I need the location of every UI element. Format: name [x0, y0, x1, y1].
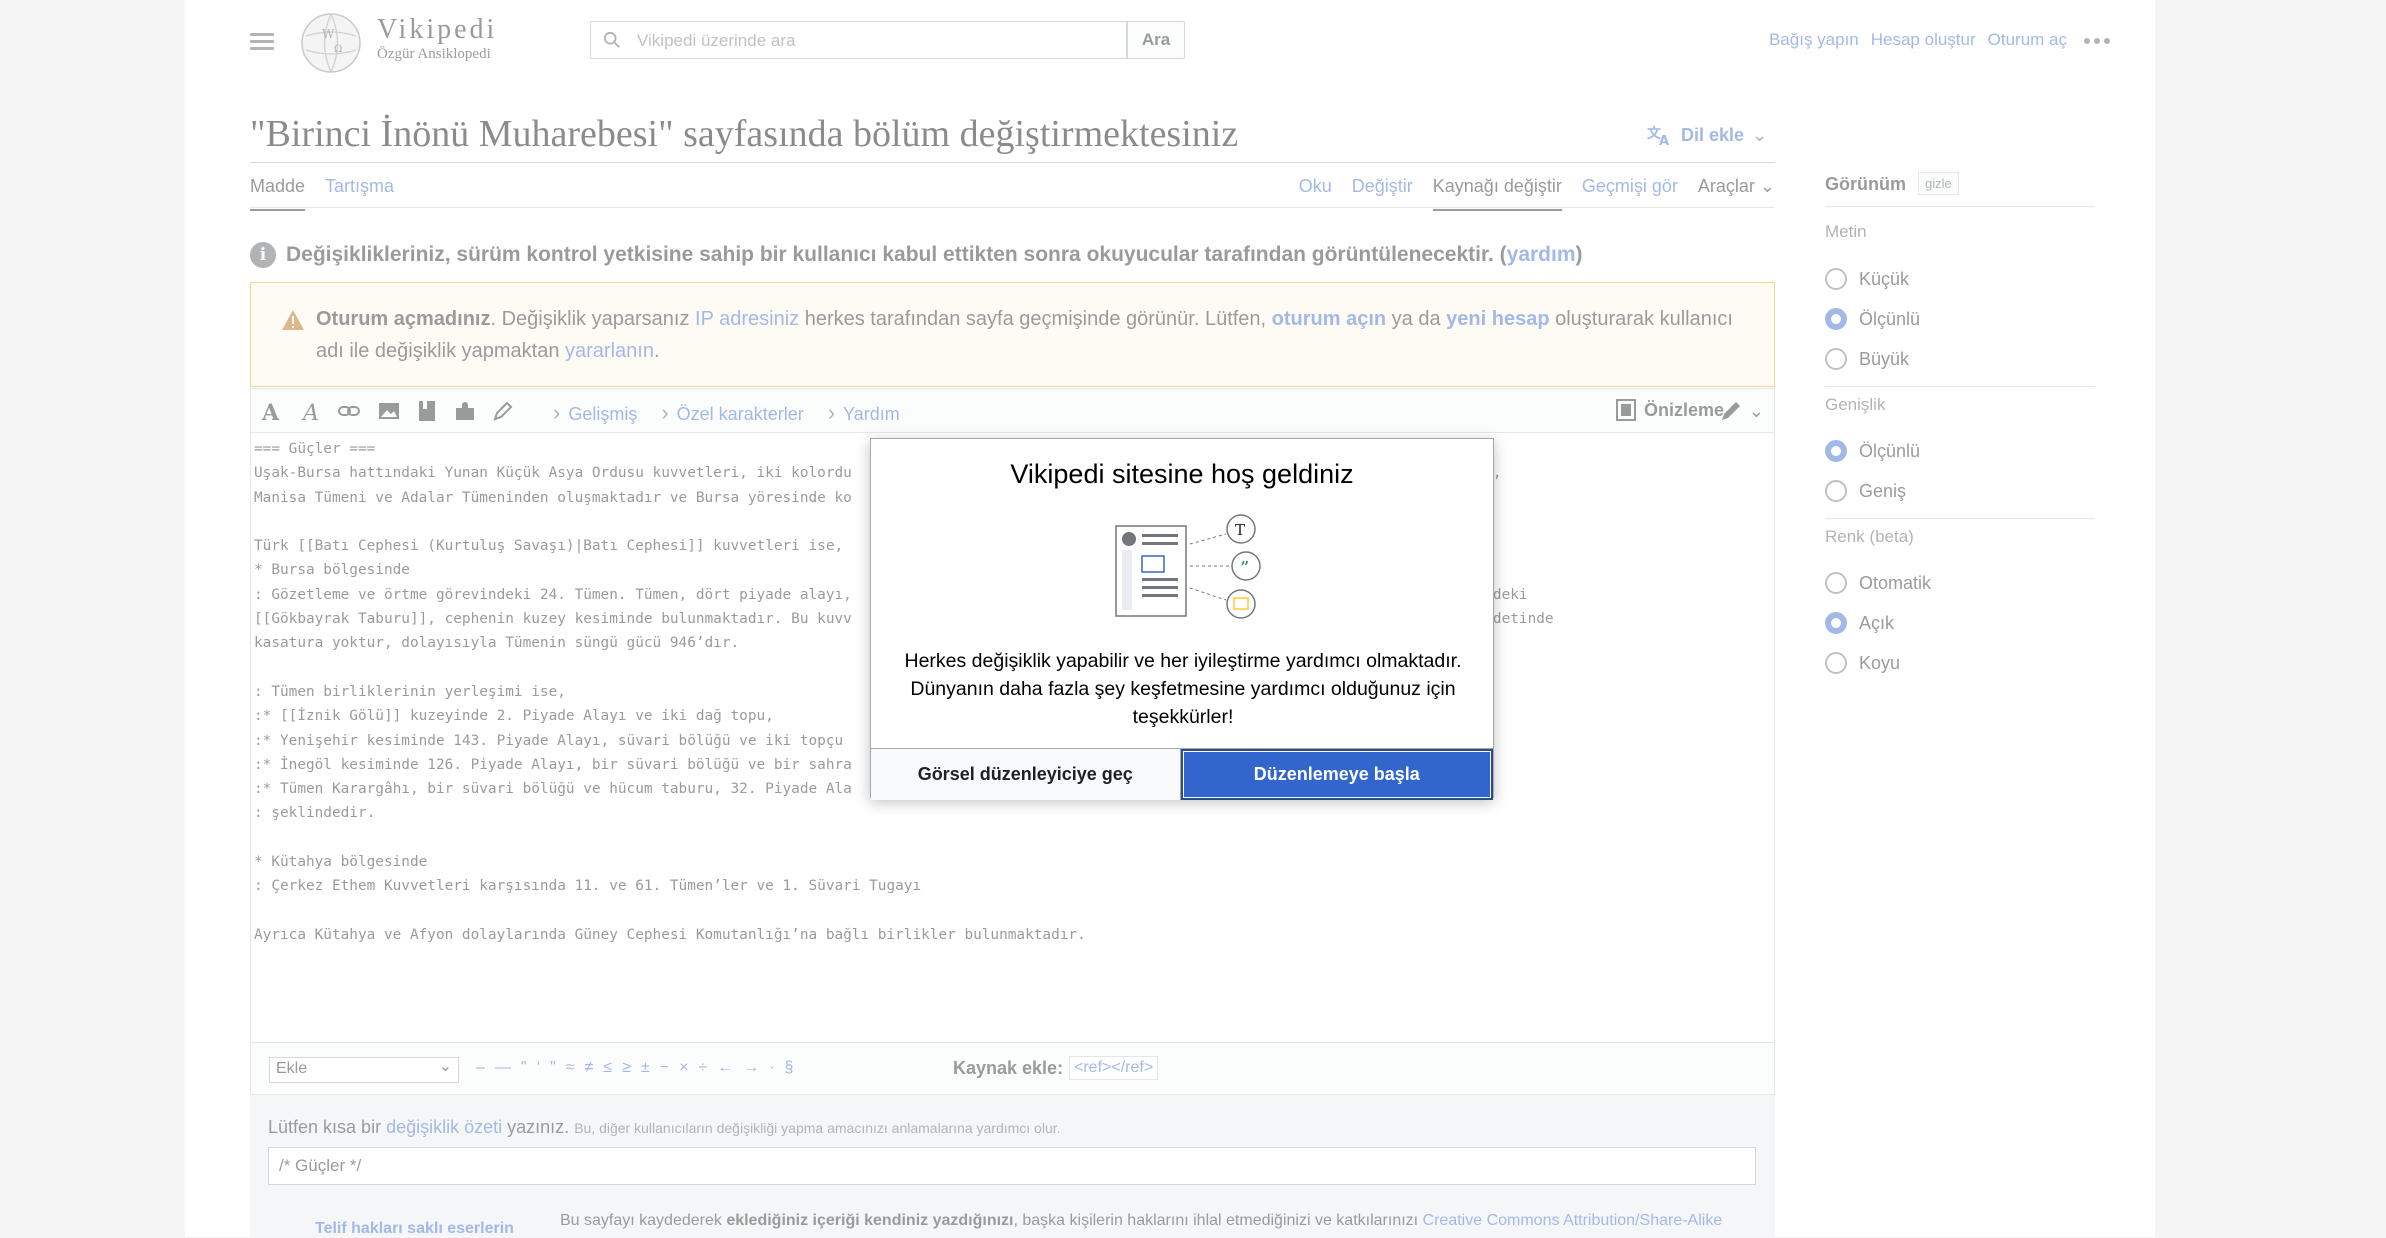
welcome-dialog: Vikipedi sitesine hoş geldiniz T ” Herke… — [870, 438, 1494, 800]
switch-to-visual-editor-button[interactable]: Görsel düzenleyiciye geç — [871, 749, 1181, 800]
start-editing-button[interactable]: Düzenlemeye başla — [1180, 749, 1493, 800]
svg-text:”: ” — [1240, 558, 1249, 579]
welcome-body: Herkes değişiklik yapabilir ve her iyile… — [904, 650, 1462, 728]
welcome-title: Vikipedi sitesine hoş geldiniz — [1010, 459, 1354, 489]
svg-text:T: T — [1235, 521, 1245, 539]
dialog-actions: Görsel düzenleyiciye geç Düzenlemeye baş… — [871, 748, 1493, 800]
welcome-illustration: T ” — [1115, 514, 1261, 619]
